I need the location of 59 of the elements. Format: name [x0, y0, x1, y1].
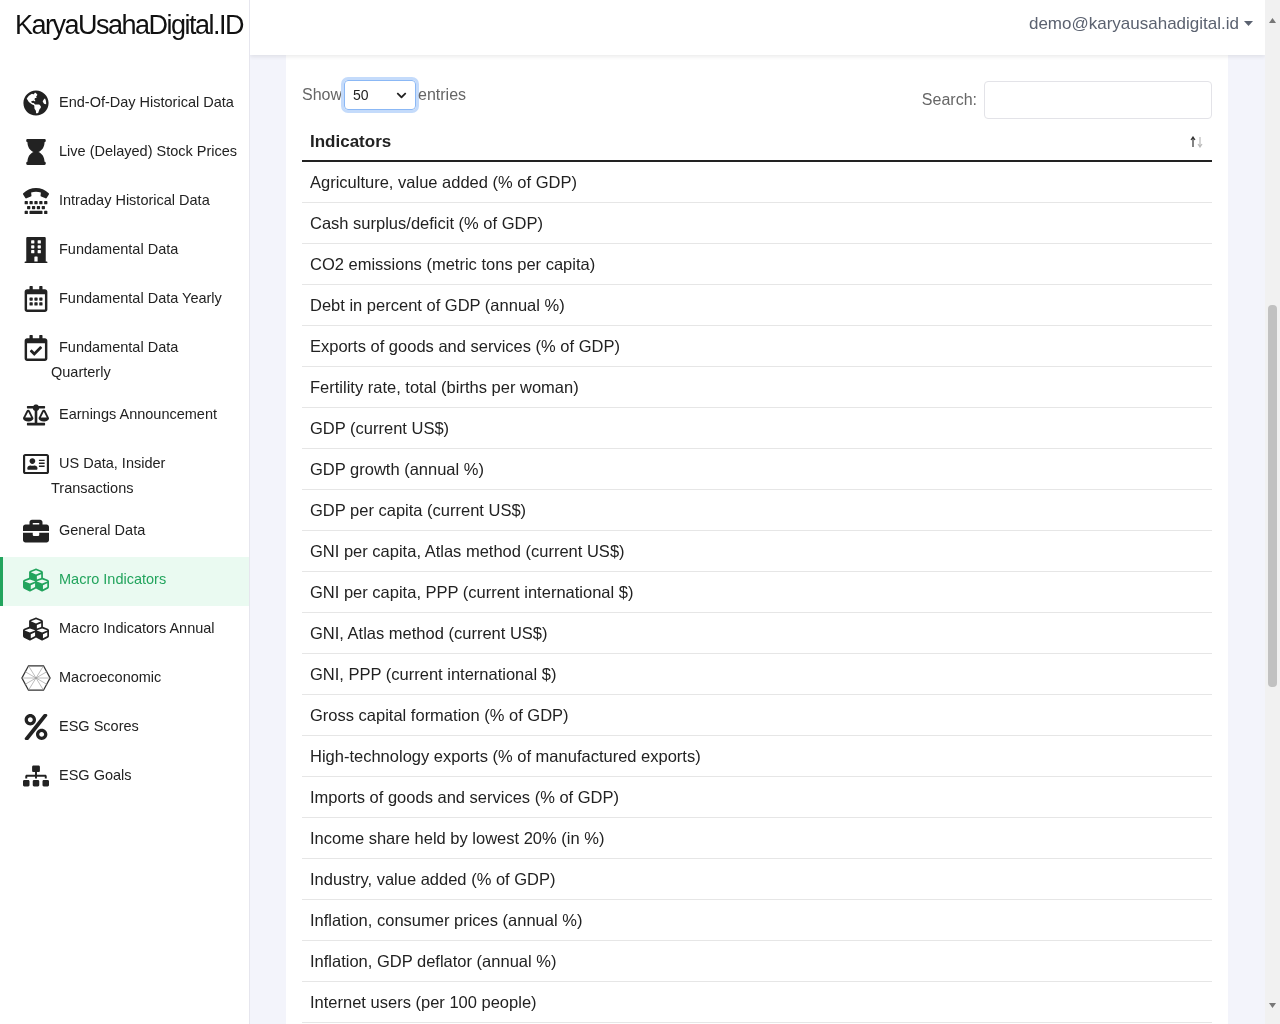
sidebar-item[interactable]: Fundamental Data: [0, 227, 249, 276]
sidebar-item[interactable]: Fundamental Data Quarterly: [0, 325, 249, 392]
table-cell: GNI, Atlas method (current US$): [302, 612, 1212, 654]
search-label: Search:: [921, 91, 977, 109]
sidebar-item[interactable]: Live (Delayed) Stock Prices: [0, 129, 249, 178]
cubes-icon: [23, 616, 49, 642]
table-cell: Gross capital formation (% of GDP): [302, 694, 1212, 736]
table-cell: Income share held by lowest 20% (in %): [302, 817, 1212, 859]
sort-icon: [1190, 136, 1204, 148]
table-cell: Internet users (per 100 people): [302, 981, 1212, 1023]
sidebar-item[interactable]: Macro Indicators Annual: [0, 606, 249, 655]
building-icon: [23, 237, 49, 263]
table-cell: GDP per capita (current US$): [302, 489, 1212, 531]
sidebar-item[interactable]: Earnings Announcement: [0, 392, 249, 441]
scale-icon: [23, 402, 49, 428]
table-cell: Agriculture, value added (% of GDP): [302, 161, 1212, 203]
table-cell: Industry, value added (% of GDP): [302, 858, 1212, 900]
sidebar-item[interactable]: ESG Goals: [0, 753, 249, 802]
briefcase-icon: [23, 518, 49, 544]
page-size-select[interactable]: 50: [344, 80, 417, 110]
sidebar-item[interactable]: Macroeconomic: [0, 655, 249, 704]
hourglass-icon: [23, 139, 49, 165]
telephone-icon: [23, 188, 49, 214]
sidebar-item[interactable]: ESG Scores: [0, 704, 249, 753]
table-cell: GNI per capita, Atlas method (current US$): [302, 530, 1212, 572]
table-cell: Cash surplus/deficit (% of GDP): [302, 202, 1212, 244]
entries-label: entries: [418, 86, 467, 104]
sidebar-item[interactable]: Fundamental Data Yearly: [0, 276, 249, 325]
table-cell: Imports of goods and services (% of GDP): [302, 776, 1212, 818]
user-menu[interactable]: demo@karyausahadigital.id: [1028, 13, 1253, 34]
search-field[interactable]: [984, 81, 1212, 119]
sitemap-icon: [23, 763, 49, 789]
table-cell: GDP (current US$): [302, 407, 1212, 449]
table-cell: Exports of goods and services (% of GDP): [302, 325, 1212, 367]
table-cell: Fertility rate, total (births per woman): [302, 366, 1212, 408]
caret-icon: [1244, 21, 1253, 26]
table-cell: GNI, PPP (current international $): [302, 653, 1212, 695]
calendar-check-icon: [23, 335, 49, 361]
sidebar-item[interactable]: Intraday Historical Data: [0, 178, 249, 227]
table-cell: Inflation, GDP deflator (annual %): [302, 940, 1212, 982]
sidebar-item[interactable]: US Data, Insider Transactions: [0, 441, 249, 508]
show-label: Show: [302, 86, 343, 104]
table-cell: Inflation, consumer prices (annual %): [302, 899, 1212, 941]
sidebar-item[interactable]: End-Of-Day Historical Data: [0, 80, 249, 129]
id-card-icon: [23, 451, 49, 477]
cubes-icon: [23, 567, 49, 593]
globe-icon: [23, 90, 49, 116]
hexagon-icon: [21, 664, 51, 692]
column-header[interactable]: Indicators: [302, 123, 1212, 161]
brand-logo[interactable]: KaryaUsahaDigital.ID: [0, 0, 249, 70]
percent-icon: [23, 714, 49, 740]
table-cell: High-technology exports (% of manufactured exports): [302, 735, 1212, 777]
table-cell: Debt in percent of GDP (annual %): [302, 284, 1212, 326]
table-cell: GDP growth (annual %): [302, 448, 1212, 490]
scroll-bar[interactable]: [1265, 0, 1280, 1024]
table-cell: CO2 emissions (metric tons per capita): [302, 243, 1212, 285]
table-cell: GNI per capita, PPP (current international $): [302, 571, 1212, 613]
sidebar-item[interactable]: General Data: [0, 508, 249, 557]
calendar-icon: [23, 286, 49, 312]
